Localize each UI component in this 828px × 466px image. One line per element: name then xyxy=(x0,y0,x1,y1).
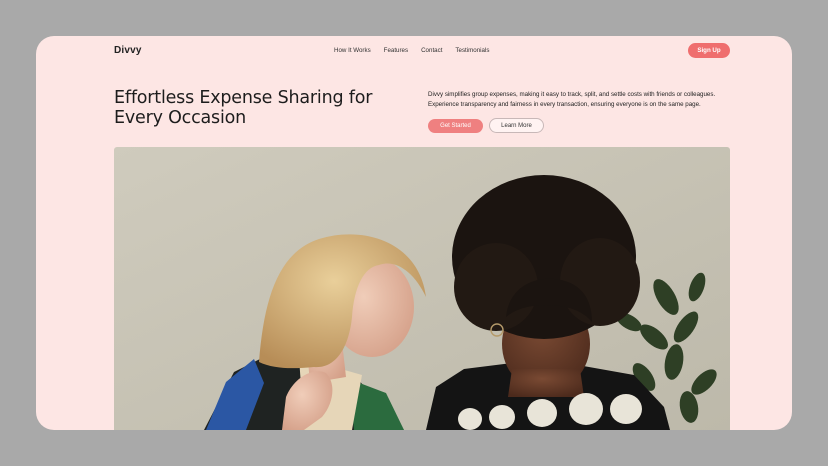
learn-more-button[interactable]: Learn More xyxy=(489,118,544,133)
hero-image xyxy=(114,147,730,430)
get-started-button[interactable]: Get Started xyxy=(428,119,483,133)
nav-link-features[interactable]: Features xyxy=(384,47,408,54)
nav-links: How It Works Features Contact Testimonia… xyxy=(334,47,489,54)
hero-photo-illustration xyxy=(114,147,730,430)
brand-logo[interactable]: Divvy xyxy=(114,45,142,56)
nav-link-testimonials[interactable]: Testimonials xyxy=(455,47,489,54)
hero-headline: Effortless Expense Sharing for Every Occ… xyxy=(114,88,373,128)
top-nav: Divvy How It Works Features Contact Test… xyxy=(36,36,792,66)
nav-link-contact[interactable]: Contact xyxy=(421,47,442,54)
hero-description: Divvy simplifies group expenses, making … xyxy=(428,91,716,108)
nav-link-how-it-works[interactable]: How It Works xyxy=(334,47,371,54)
sign-up-button[interactable]: Sign Up xyxy=(688,43,730,58)
app-window: Divvy How It Works Features Contact Test… xyxy=(36,36,792,430)
